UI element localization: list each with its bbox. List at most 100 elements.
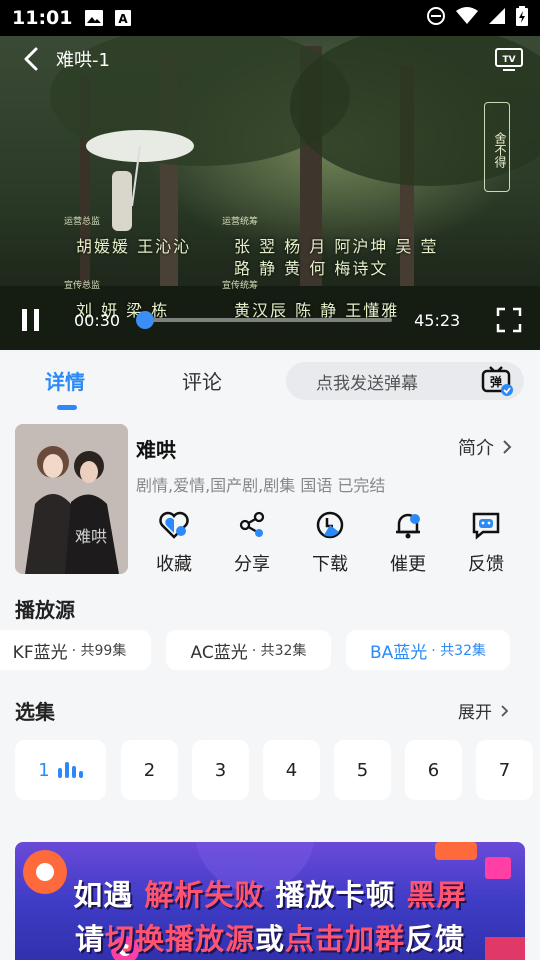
- back-button[interactable]: [16, 44, 46, 74]
- danmu-placeholder: 点我发送弹幕: [316, 373, 418, 394]
- chevron-right-icon: [501, 704, 509, 717]
- episode-button-current[interactable]: 1: [15, 740, 106, 800]
- chevron-right-icon: [503, 440, 512, 454]
- danmu-toggle-icon[interactable]: 弹: [480, 365, 514, 397]
- download-icon: [313, 508, 347, 542]
- danmu-input[interactable]: 点我发送弹幕 弹: [286, 362, 524, 400]
- banner-text: 或: [254, 922, 285, 956]
- status-bar: 11:01 A: [0, 0, 540, 36]
- episode-button[interactable]: 2: [121, 740, 178, 800]
- credit-role: 运营总监: [64, 217, 101, 227]
- source-name: BA蓝光: [369, 642, 428, 663]
- danmu-icon-label: 弹: [490, 374, 502, 389]
- credit-names: 胡媛媛 王沁沁: [76, 237, 192, 256]
- show-title: 难哄: [136, 438, 176, 462]
- banner-text: 反馈: [405, 922, 466, 956]
- chevron-left-icon: [24, 47, 38, 71]
- favorite-heart-icon: [157, 508, 191, 542]
- banner-text-highlight: 点击加群: [285, 922, 406, 956]
- banner-text-highlight: 黑屏: [406, 878, 467, 912]
- source-count: · 共32集: [251, 643, 307, 659]
- source-list: KF蓝光 · 共99集 AC蓝光 · 共32集 BA蓝光 · 共32集: [0, 630, 540, 672]
- tv-icon: TV: [495, 48, 523, 71]
- remind-update-button[interactable]: 催更: [378, 508, 438, 576]
- episode-list: 1 2 3 4 5 6 7: [0, 740, 540, 800]
- tab-indicator: [57, 405, 77, 410]
- feedback-label: 反馈: [468, 554, 504, 575]
- banner-text: 如遇: [73, 878, 134, 912]
- episode-button[interactable]: 6: [405, 740, 462, 800]
- cast-tv-button[interactable]: TV: [494, 44, 524, 74]
- download-label: 下载: [312, 554, 348, 575]
- sources-title: 播放源: [15, 598, 75, 622]
- share-button[interactable]: 分享: [222, 508, 282, 576]
- player-controls: 00:30 45:23: [0, 290, 540, 350]
- feedback-button[interactable]: 反馈: [456, 508, 516, 576]
- promo-banner[interactable]: 如遇 解析失败 播放卡顿 黑屏 请切换播放源或点击加群反馈: [15, 842, 525, 960]
- share-label: 分享: [234, 554, 270, 575]
- action-row: 收藏 分享 下载 催更 反馈: [136, 508, 526, 578]
- remind-label: 催更: [390, 554, 426, 575]
- dnd-icon: [426, 6, 446, 30]
- episode-number: 1: [38, 759, 50, 781]
- show-poster[interactable]: 难哄: [15, 424, 128, 574]
- poster-image: 难哄: [15, 424, 128, 574]
- fullscreen-icon: [496, 307, 522, 333]
- status-time: 11:01: [12, 7, 73, 29]
- intro-link[interactable]: 简介: [458, 434, 512, 460]
- show-tags: 剧情,爱情,国产剧,剧集 国语 已完结: [136, 476, 386, 495]
- favorite-button[interactable]: 收藏: [144, 508, 204, 576]
- pause-icon: [22, 309, 39, 331]
- expand-episodes-link[interactable]: 展开: [458, 698, 509, 723]
- total-time: 45:23: [414, 310, 461, 330]
- source-count: · 共99集: [71, 643, 127, 659]
- source-option[interactable]: KF蓝光 · 共99集: [0, 630, 151, 670]
- details-sheet: 详情 评论 点我发送弹幕 弹 难哄 难哄 简介 剧情,爱情,国产剧,剧集 国语 …: [0, 350, 540, 960]
- show-watermark: 舍不得: [484, 102, 510, 192]
- episode-button[interactable]: 3: [192, 740, 249, 800]
- episode-number: 4: [285, 759, 298, 781]
- episode-number: 2: [143, 759, 156, 781]
- episodes-title: 选集: [15, 700, 55, 724]
- source-option[interactable]: AC蓝光 · 共32集: [166, 630, 331, 670]
- episode-button[interactable]: 7: [476, 740, 533, 800]
- source-option-selected[interactable]: BA蓝光 · 共32集: [346, 630, 510, 670]
- pause-button[interactable]: [16, 305, 46, 335]
- banner-text-highlight: 切换播放源: [104, 922, 255, 956]
- svg-text:TV: TV: [502, 55, 515, 65]
- source-name: KF蓝光: [12, 642, 68, 663]
- wifi-icon: [456, 7, 478, 29]
- tab-comments[interactable]: 评论: [182, 366, 222, 395]
- episode-number: 6: [427, 759, 440, 781]
- episode-button[interactable]: 5: [334, 740, 391, 800]
- episode-number: 7: [498, 759, 511, 781]
- fullscreen-button[interactable]: [494, 305, 524, 335]
- poster-title-art: 难哄: [75, 527, 107, 546]
- favorite-label: 收藏: [156, 554, 192, 575]
- progress-bar[interactable]: [135, 311, 393, 329]
- banner-text-highlight: 解析失败: [144, 878, 265, 912]
- banner-line-1: 如遇 解析失败 播放卡顿 黑屏: [15, 872, 525, 914]
- share-icon: [235, 508, 269, 542]
- gallery-notification-icon: [84, 9, 104, 27]
- episode-number: 3: [214, 759, 227, 781]
- episode-button[interactable]: 4: [263, 740, 320, 800]
- tab-bar: 详情 评论 点我发送弹幕 弹: [0, 350, 540, 414]
- progress-thumb[interactable]: [135, 311, 154, 329]
- banner-text: 请: [74, 922, 105, 956]
- intro-label: 简介: [458, 438, 494, 459]
- credit-names: 张 翌 杨 月 阿沪坤 吴 莹: [234, 237, 439, 256]
- now-playing-icon: [57, 762, 83, 778]
- expand-label: 展开: [458, 703, 492, 723]
- feedback-icon: [469, 508, 503, 542]
- signal-icon: [488, 7, 506, 29]
- credit-role: 运营统筹: [222, 217, 259, 227]
- download-button[interactable]: 下载: [300, 508, 360, 576]
- video-player[interactable]: 难哄-1 TV 运营总监 胡媛媛 王沁沁 运营统筹 张 翌 杨 月 阿沪坤 吴 …: [0, 36, 540, 350]
- text-notification-icon: A: [114, 9, 132, 27]
- svg-text:A: A: [119, 12, 129, 26]
- source-name: AC蓝光: [190, 642, 248, 663]
- watermark-text: 舍不得: [493, 132, 507, 168]
- source-count: · 共32集: [431, 643, 486, 659]
- tab-details[interactable]: 详情: [45, 366, 85, 395]
